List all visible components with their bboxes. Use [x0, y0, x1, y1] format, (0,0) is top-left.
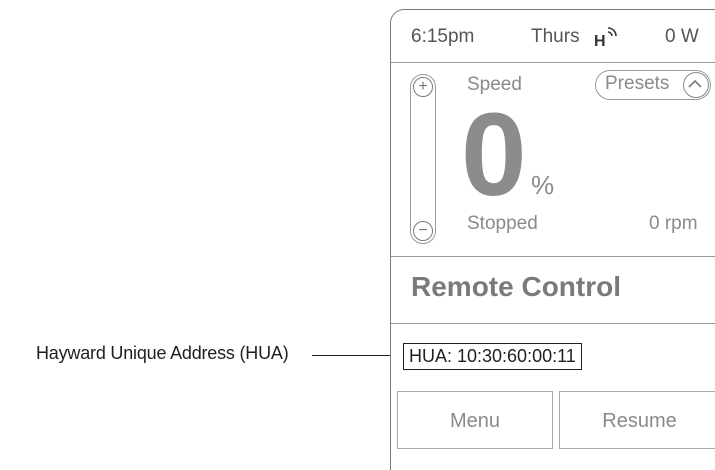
- hayward-wireless-icon: H: [593, 24, 619, 50]
- time-display: 6:15pm: [411, 26, 475, 47]
- power-display: 0 W: [665, 26, 699, 47]
- pump-control-screen: 6:15pm Thurs H 0 W + − Speed Presets 0 %…: [390, 9, 715, 470]
- mode-label: Remote Control: [411, 271, 621, 302]
- decrease-speed-button[interactable]: −: [413, 221, 433, 241]
- menu-button[interactable]: Menu: [397, 391, 553, 449]
- increase-speed-button[interactable]: +: [413, 77, 433, 97]
- percent-unit: %: [531, 170, 555, 200]
- day-display: Thurs: [531, 26, 580, 47]
- svg-text:H: H: [594, 33, 606, 50]
- pump-status: Stopped: [467, 213, 538, 234]
- speed-slider[interactable]: + −: [410, 74, 436, 244]
- hua-address: HUA: 10:30:60:00:11: [403, 343, 582, 370]
- rpm-display: 0 rpm: [649, 213, 698, 234]
- presets-label: Presets: [605, 73, 670, 94]
- mode-banner: Remote Control: [391, 256, 715, 324]
- speed-percent-value: 0: [461, 89, 527, 221]
- hua-callout-label: Hayward Unique Address (HUA): [36, 343, 289, 363]
- resume-button[interactable]: Resume: [559, 391, 715, 449]
- presets-button[interactable]: Presets: [595, 70, 711, 100]
- callout-leader-line: [312, 355, 402, 356]
- chevron-up-icon[interactable]: [683, 72, 709, 98]
- status-bar: 6:15pm Thurs H 0 W: [391, 10, 715, 63]
